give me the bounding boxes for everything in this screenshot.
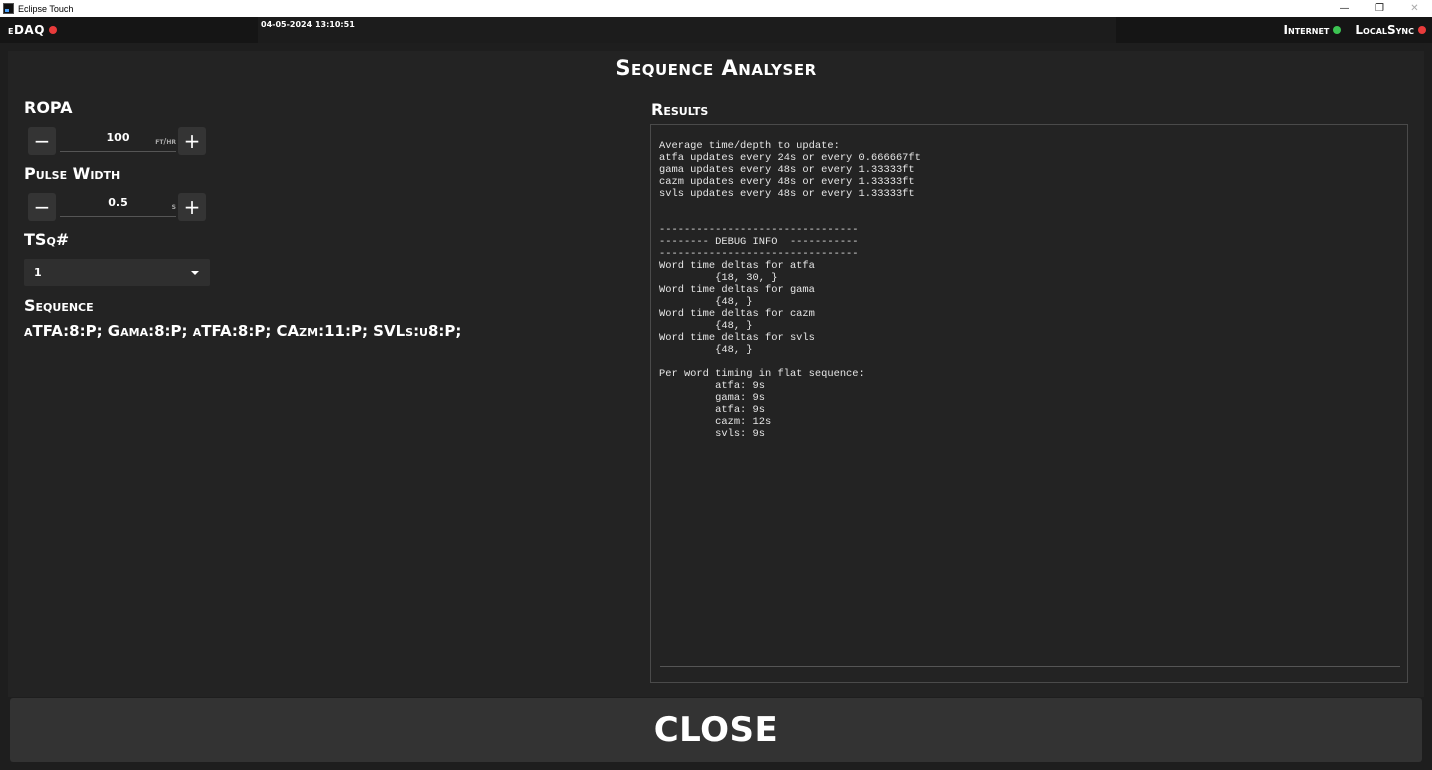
results-text: Average time/depth to update: atfa updat… [659, 140, 921, 440]
pulse-width-increment-button[interactable]: + [178, 193, 206, 221]
close-button-label: CLOSE [653, 710, 779, 750]
pulse-width-label: Pulse Width [24, 164, 121, 183]
app-icon [3, 3, 14, 14]
app-header: eDAQ 04-05-2024 13:10:51 Internet LocalS… [0, 17, 1432, 43]
results-textarea[interactable]: Average time/depth to update: atfa updat… [650, 124, 1408, 683]
tsq-selected-value: 1 [34, 266, 42, 279]
close-window-icon[interactable]: ✕ [1397, 0, 1432, 17]
results-divider [660, 666, 1400, 667]
localsync-label: LocalSync [1355, 23, 1414, 37]
ropa-increment-button[interactable]: + [178, 127, 206, 155]
ropa-input[interactable]: 100 ft/hr [60, 128, 176, 152]
header-center: 04-05-2024 13:10:51 [258, 17, 1116, 43]
pulse-width-value: 0.5 [108, 196, 128, 209]
window-title: Eclipse Touch [18, 3, 74, 14]
restore-icon[interactable]: ❐ [1362, 0, 1397, 17]
internet-status-dot [1333, 26, 1342, 34]
page-title: Sequence Analyser [615, 56, 817, 80]
window-title-bar: Eclipse Touch — ❐ ✕ [0, 0, 1432, 17]
header-status-area: Internet LocalSync [1116, 17, 1432, 43]
sequence-label: Sequence [24, 296, 94, 315]
minimize-icon[interactable]: — [1327, 0, 1362, 17]
ropa-label: ROPA [24, 98, 73, 117]
pulse-width-input[interactable]: 0.5 s [60, 193, 176, 217]
header-brand-area: eDAQ [0, 17, 258, 43]
brand-status-dot [48, 26, 57, 34]
results-label: Results [651, 100, 709, 119]
tsq-select[interactable]: 1 [24, 259, 210, 286]
pulse-width-unit: s [171, 202, 176, 211]
pulse-width-decrement-button[interactable]: − [28, 193, 56, 221]
caret-down-icon [191, 271, 199, 275]
datetime: 04-05-2024 13:10:51 [261, 20, 355, 29]
localsync-status-dot [1418, 26, 1426, 34]
internet-label: Internet [1283, 23, 1330, 37]
ropa-decrement-button[interactable]: − [28, 127, 56, 155]
tsq-label: TSq# [24, 230, 70, 249]
brand-label: eDAQ [8, 23, 45, 37]
close-button[interactable]: CLOSE [10, 698, 1422, 762]
sequence-analyser-panel: Sequence Analyser ROPA − 100 ft/hr + Pul… [8, 51, 1424, 697]
sequence-text: aTFA:8:P; Gama:8:P; aTFA:8:P; CAzm:11:P;… [24, 322, 462, 340]
window-controls: — ❐ ✕ [1327, 0, 1432, 17]
ropa-unit: ft/hr [155, 137, 176, 146]
